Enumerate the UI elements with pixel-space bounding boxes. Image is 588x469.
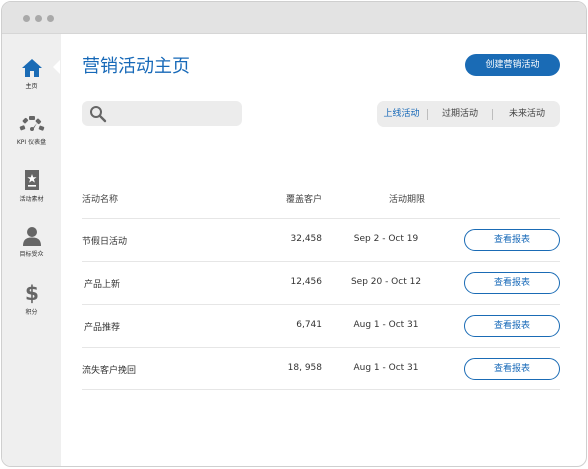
active-item-pointer <box>53 60 60 74</box>
window-dot[interactable] <box>47 15 54 22</box>
window-dot[interactable] <box>35 15 42 22</box>
window-titlebar <box>2 2 586 34</box>
search-box[interactable] <box>82 101 242 126</box>
view-report-button[interactable]: 查看报表 <box>464 315 560 337</box>
tab-divider <box>492 109 493 120</box>
view-report-button[interactable]: 查看报表 <box>464 229 560 251</box>
page-title: 营销活动主页 <box>82 56 190 77</box>
campaign-name: 流失客户挽回 <box>82 366 137 376</box>
campaign-filter-tabs: 上线活动 过期活动 未来活动 <box>377 101 560 127</box>
column-header-name: 活动名称 <box>82 195 119 205</box>
sidebar-item-points[interactable]: $ 积分 <box>2 282 61 316</box>
view-report-button[interactable]: 查看报表 <box>464 358 560 380</box>
campaign-period: Sep 2 - Oct 19 <box>353 234 419 244</box>
tab-expired-campaigns[interactable]: 过期活动 <box>428 101 492 127</box>
table-row: 流失客户挽回 18, 958 Aug 1 - Oct 31 查看报表 <box>82 347 560 390</box>
table-bottom-divider <box>82 389 560 390</box>
column-header-customers: 覆盖客户 <box>286 195 323 205</box>
badge-icon <box>24 170 39 190</box>
customer-count: 6,741 <box>296 320 322 330</box>
sidebar: 主页 KPI 仪表盘 活动素材 目标受众 $ 积分 <box>2 34 61 466</box>
customer-count: 18, 958 <box>287 363 322 373</box>
campaign-period: Sep 20 - Oct 12 <box>350 277 422 287</box>
create-campaign-button[interactable]: 创建营销活动 <box>465 54 560 76</box>
campaign-period: Aug 1 - Oct 31 <box>353 363 419 373</box>
window-dot[interactable] <box>23 15 30 22</box>
dollar-icon: $ <box>25 282 39 304</box>
home-icon <box>21 59 42 77</box>
sidebar-item-kpi-dashboard[interactable]: KPI 仪表盘 <box>2 114 61 146</box>
tab-upcoming-campaigns[interactable]: 未来活动 <box>494 101 560 127</box>
svg-text:$: $ <box>25 282 39 304</box>
campaign-name: 节假日活动 <box>82 237 128 247</box>
column-header-period: 活动期限 <box>389 195 426 205</box>
sidebar-item-target-audience[interactable]: 目标受众 <box>2 226 61 258</box>
customer-count: 12,456 <box>290 277 323 287</box>
search-icon <box>90 106 107 123</box>
table-row: 节假日活动 32,458 Sep 2 - Oct 19 查看报表 <box>82 218 560 261</box>
campaign-name: 产品推荐 <box>84 323 121 333</box>
campaign-name: 产品上新 <box>84 280 121 290</box>
table-row: 产品推荐 6,741 Aug 1 - Oct 31 查看报表 <box>82 304 560 347</box>
sidebar-item-label: KPI 仪表盘 <box>16 139 47 146</box>
search-input[interactable] <box>110 104 236 123</box>
tab-active-campaigns[interactable]: 上线活动 <box>377 101 426 127</box>
campaign-period: Aug 1 - Oct 31 <box>353 320 419 330</box>
view-report-button[interactable]: 查看报表 <box>464 272 560 294</box>
table-row: 产品上新 12,456 Sep 20 - Oct 12 查看报表 <box>82 261 560 304</box>
sidebar-item-label: 积分 <box>25 309 38 316</box>
person-icon <box>22 227 41 246</box>
sidebar-item-label: 活动素材 <box>19 196 44 203</box>
gauge-icon <box>19 116 44 131</box>
customer-count: 32,458 <box>290 234 323 244</box>
sidebar-item-label: 主页 <box>25 83 38 90</box>
sidebar-item-label: 目标受众 <box>19 251 44 258</box>
sidebar-item-campaign-assets[interactable]: 活动素材 <box>2 169 61 203</box>
